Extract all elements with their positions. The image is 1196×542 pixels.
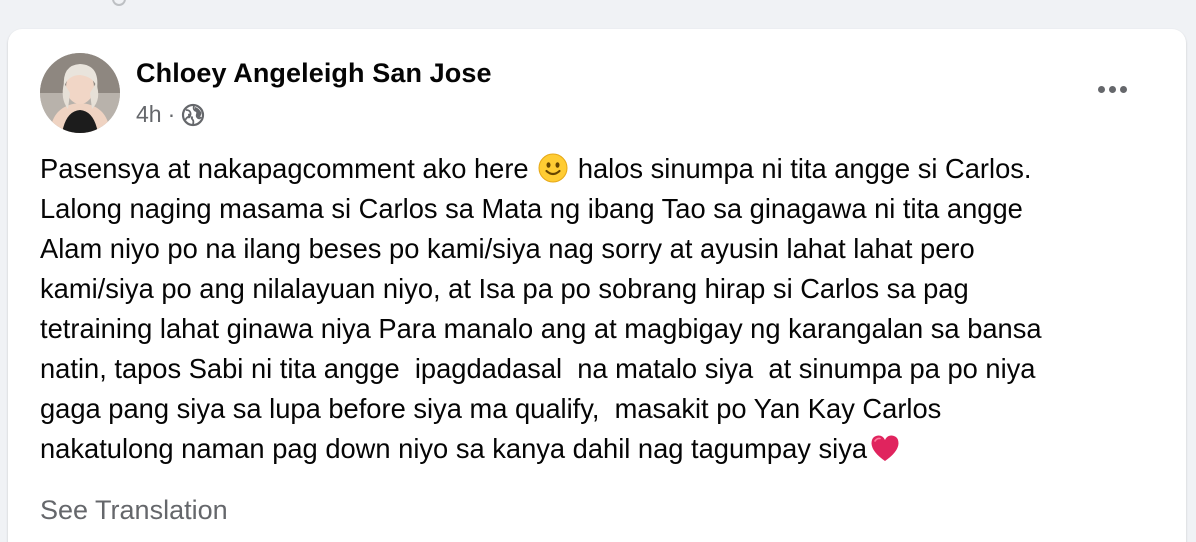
post-text: Pasensya at nakapagcomment ako here halo…: [40, 149, 1170, 469]
avatar-image: [40, 53, 120, 133]
avatar[interactable]: [40, 53, 120, 133]
post-line: tetraining lahat ginawa niya Para manalo…: [40, 313, 1042, 344]
meta-separator: ·: [167, 101, 176, 127]
post-line: Lalong naging masama si Carlos sa Mata n…: [40, 193, 1023, 224]
post-line: Alam niyo po na ilang beses po kami/siya…: [40, 233, 975, 264]
red-heart-emoji: [869, 433, 901, 474]
see-translation-link[interactable]: See Translation: [40, 495, 228, 526]
post-line: nakatulong naman pag down niyo sa kanya …: [40, 429, 1170, 469]
globe-icon[interactable]: [181, 103, 205, 127]
more-horizontal-icon: [1097, 85, 1127, 93]
post-line: gaga pang siya sa lupa before siya ma qu…: [40, 393, 942, 424]
post-line: natin, tapos Sabi ni tita angge ipagdada…: [40, 353, 1036, 384]
author-name[interactable]: Chloey Angeleigh San Jose: [136, 58, 492, 89]
post-line: Pasensya at nakapagcomment ako here halo…: [40, 149, 1170, 189]
post-line-text: halos sinumpa ni tita angge si Carlos.: [577, 153, 1032, 184]
post-card: Chloey Angeleigh San Jose 4h · Pasensya …: [8, 29, 1186, 542]
slightly-smiling-face-emoji: [538, 153, 568, 194]
post-line-text: nakatulong naman pag down niyo sa kanya …: [40, 433, 868, 464]
page: Chloey Angeleigh San Jose 4h · Pasensya …: [0, 0, 1196, 542]
post-line-text: Pasensya at nakapagcomment ako here: [40, 153, 529, 184]
post-meta: 4h ·: [136, 101, 205, 128]
more-options-button[interactable]: [1088, 69, 1136, 109]
post-timestamp[interactable]: 4h: [136, 101, 162, 128]
partial-icon: [112, 0, 126, 6]
post-line: kami/siya po ang nilalayuan niyo, at Isa…: [40, 273, 969, 304]
